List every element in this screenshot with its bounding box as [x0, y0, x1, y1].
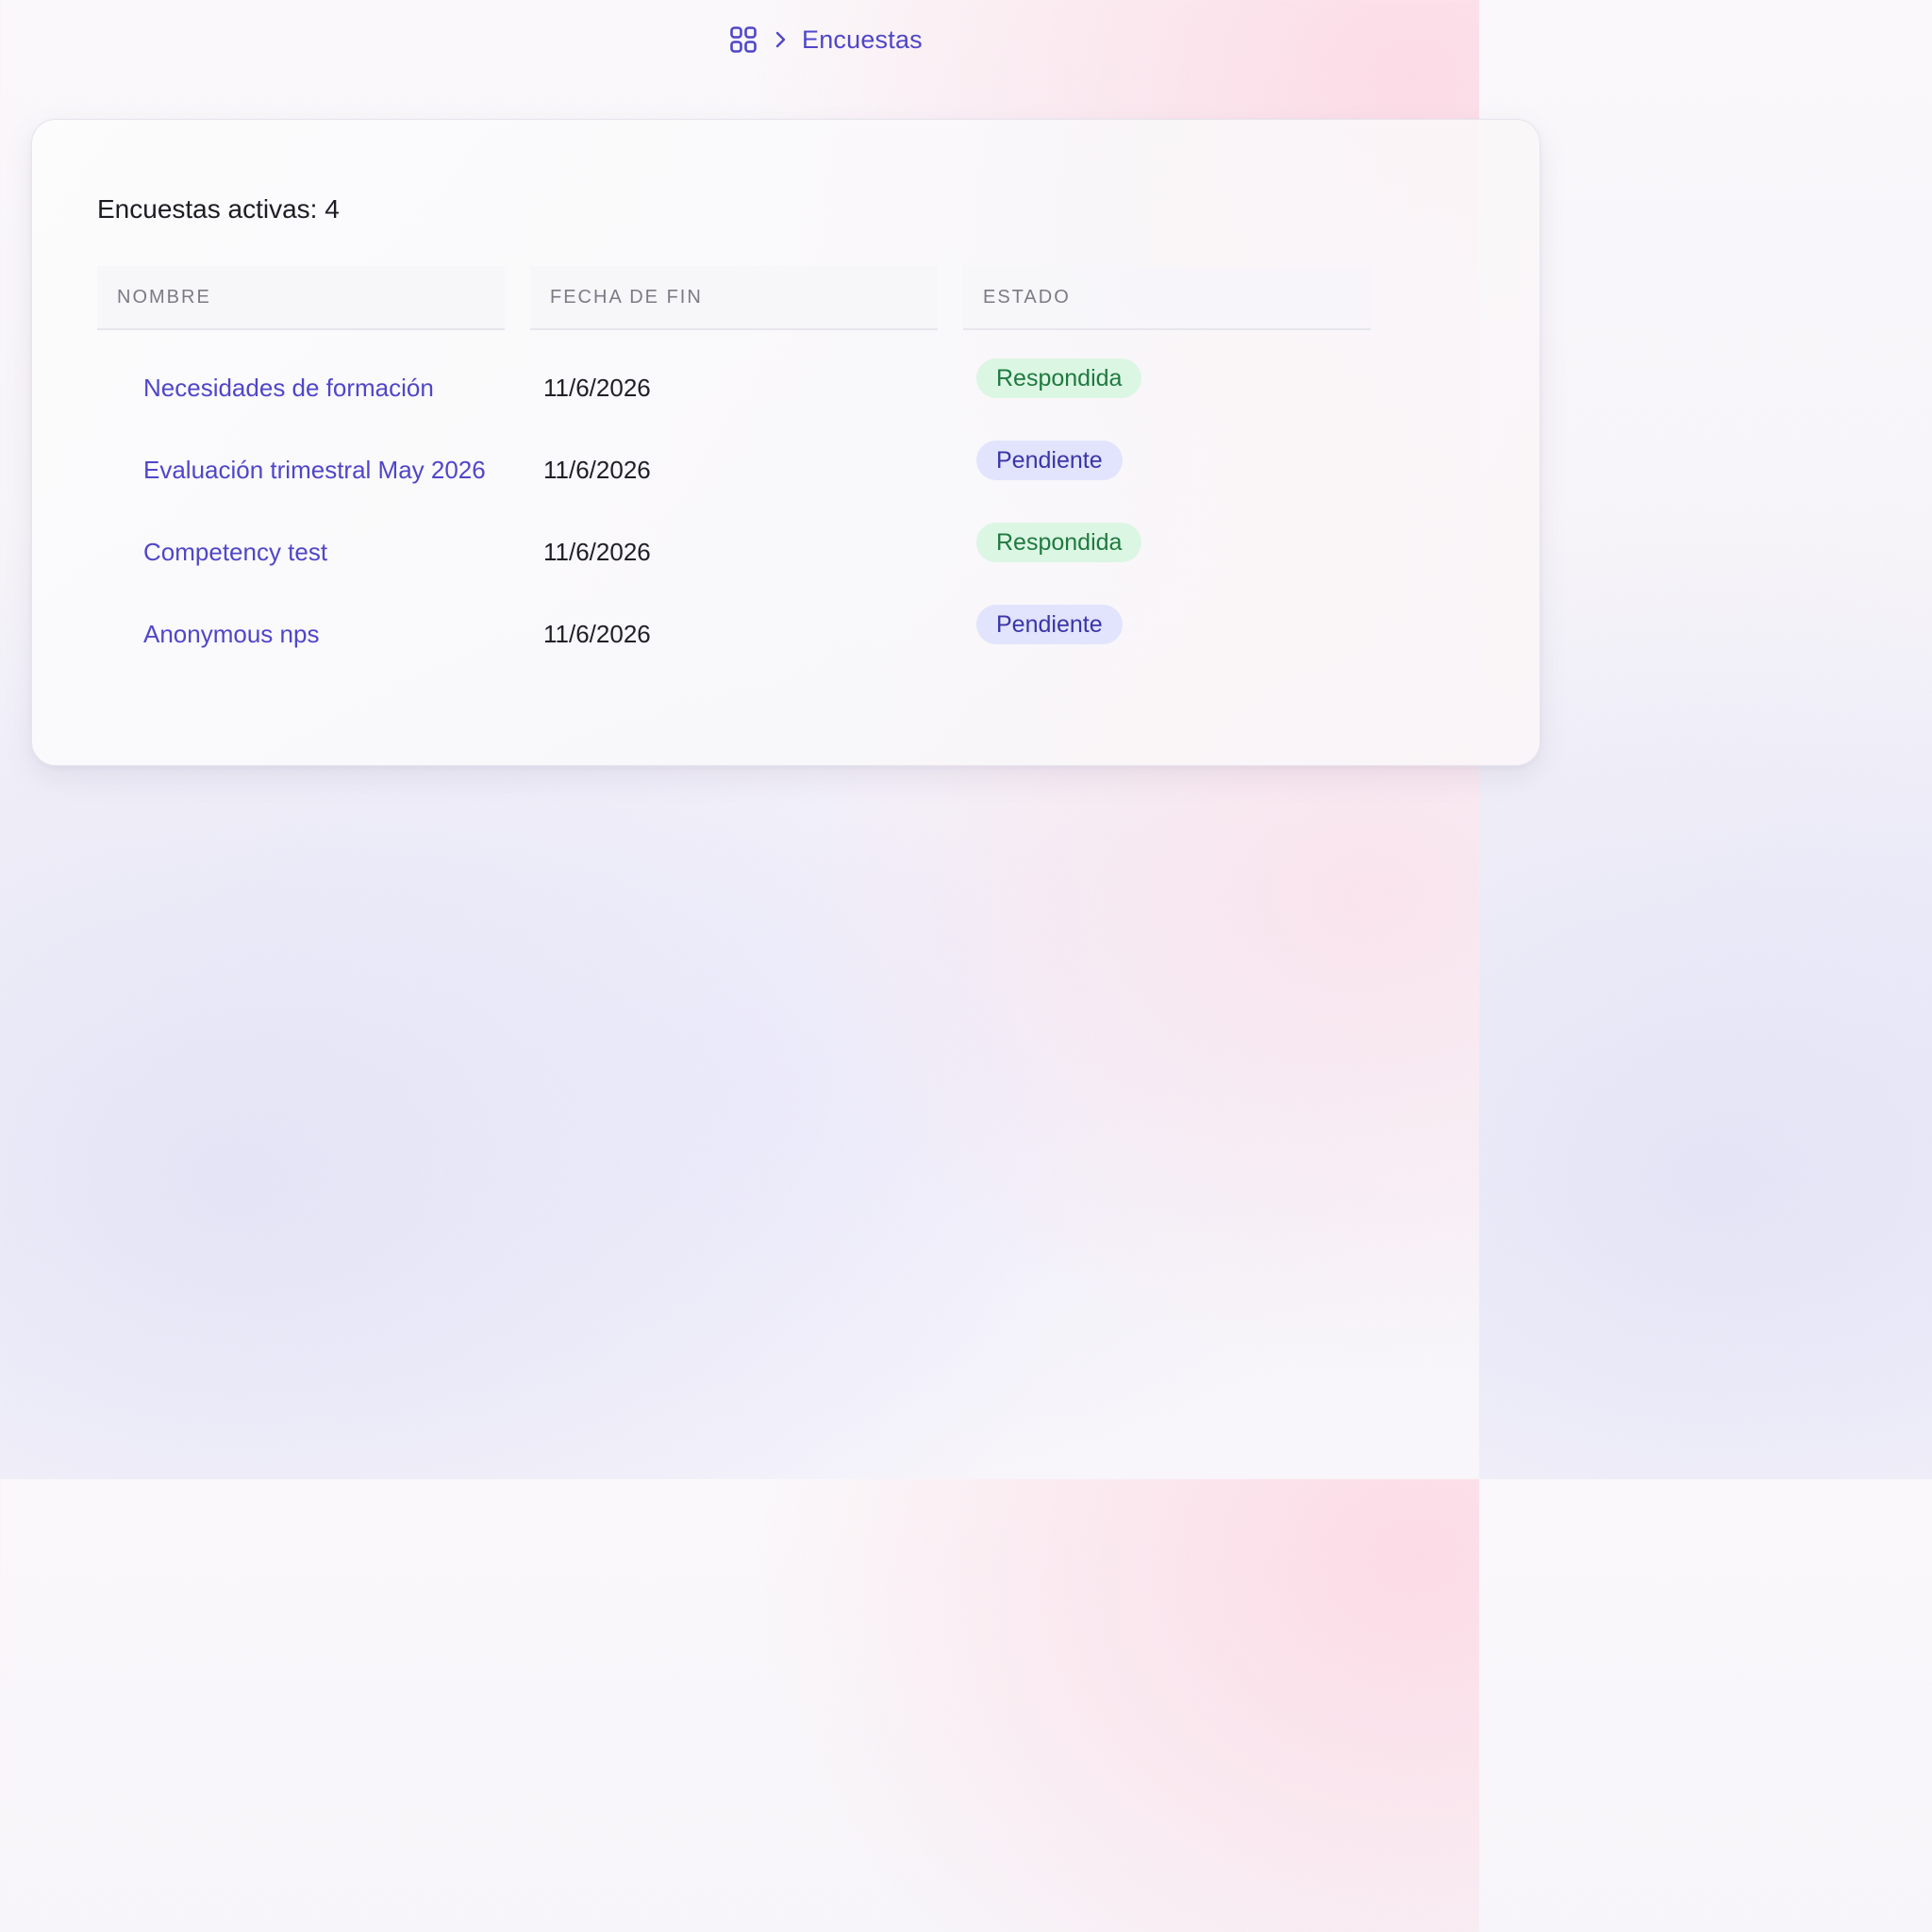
column-header-name: NOMBRE [97, 266, 505, 330]
survey-end-date: 11/6/2026 [543, 456, 651, 484]
survey-name-link[interactable]: Evaluación trimestral May 2026 [143, 456, 486, 485]
breadcrumb: Encuestas [728, 21, 923, 58]
table-row: Anonymous nps 11/6/2026 Pendiente [97, 605, 1371, 676]
breadcrumb-current: Encuestas [802, 25, 923, 54]
survey-name-link[interactable]: Competency test [143, 538, 327, 567]
card-title: Encuestas activas: 4 [97, 194, 340, 224]
table-row: Evaluación trimestral May 2026 11/6/2026… [97, 441, 1371, 512]
grid-icon[interactable] [728, 25, 758, 55]
column-header-end-date: FECHA DE FIN [530, 266, 938, 330]
status-badge: Pendiente [976, 441, 1123, 480]
chevron-right-icon [772, 31, 789, 48]
survey-name-link[interactable]: Necesidades de formación [143, 374, 434, 403]
survey-name-link[interactable]: Anonymous nps [143, 620, 319, 649]
table-row: Necesidades de formación 11/6/2026 Respo… [97, 358, 1371, 430]
survey-end-date: 11/6/2026 [543, 374, 651, 402]
survey-end-date: 11/6/2026 [543, 538, 651, 566]
status-badge: Respondida [976, 358, 1142, 398]
column-header-status: ESTADO [963, 266, 1371, 330]
table-row: Competency test 11/6/2026 Respondida [97, 523, 1371, 594]
status-badge: Pendiente [976, 605, 1123, 644]
survey-end-date: 11/6/2026 [543, 620, 651, 648]
status-badge: Respondida [976, 523, 1142, 562]
